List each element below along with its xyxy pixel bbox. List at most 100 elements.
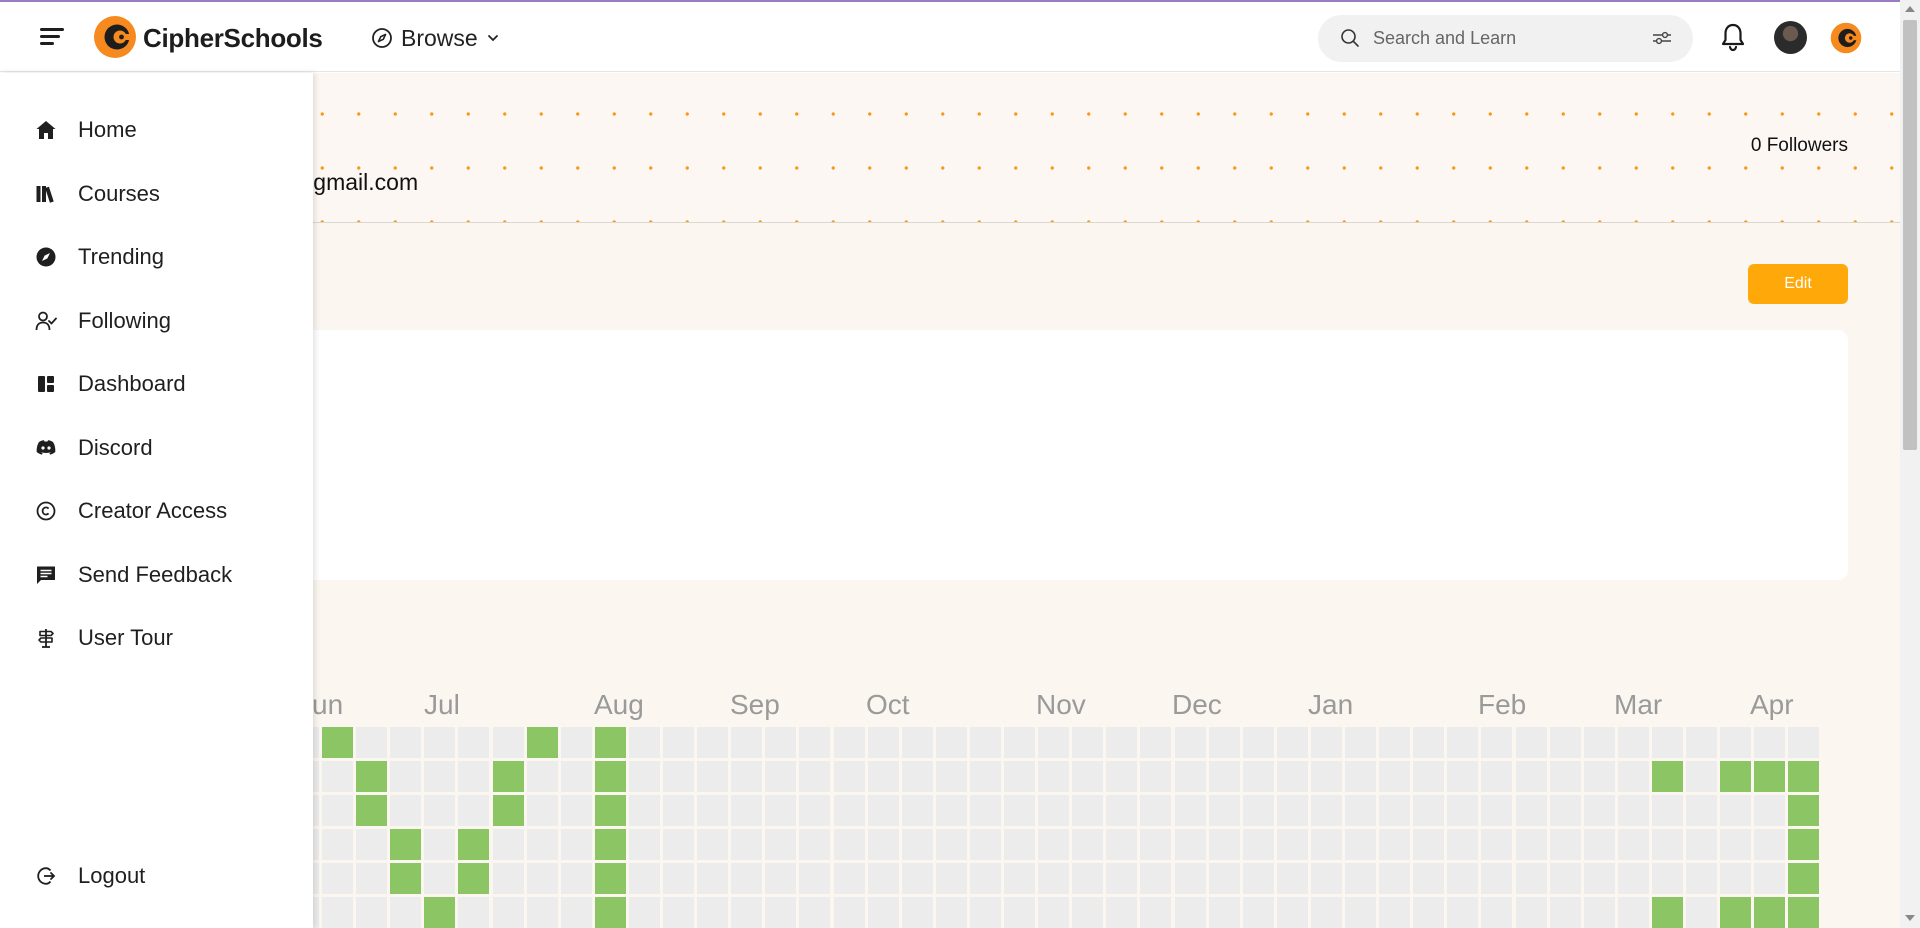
activity-cell (1311, 863, 1342, 894)
activity-cell (1106, 795, 1137, 826)
activity-cell (765, 829, 796, 860)
about-me-card (200, 330, 1848, 580)
activity-cell (868, 897, 899, 928)
activity-cell (595, 863, 626, 894)
activity-cell (629, 829, 660, 860)
activity-cell (1209, 761, 1240, 792)
activity-cell (458, 897, 489, 928)
month-label: Apr (1750, 689, 1794, 720)
activity-cell (902, 795, 933, 826)
activity-cell (834, 863, 865, 894)
activity-cell (1311, 829, 1342, 860)
chevron-down-icon (487, 35, 498, 42)
activity-cell (1413, 761, 1444, 792)
activity-cell (1243, 829, 1274, 860)
activity-cell (1788, 761, 1819, 792)
activity-cell (390, 897, 421, 928)
activity-cell (902, 829, 933, 860)
brand-name[interactable]: CipherSchools (143, 23, 323, 54)
activity-cell (458, 727, 489, 758)
activity-cell (902, 863, 933, 894)
feedback-icon (37, 566, 55, 584)
activity-cell (1720, 761, 1751, 792)
activity-cell (1106, 897, 1137, 928)
activity-cell (1004, 727, 1035, 758)
scroll-up-arrow-icon[interactable] (1905, 6, 1915, 12)
activity-cell (322, 727, 353, 758)
sidebar-item-label: Send Feedback (78, 562, 233, 587)
activity-cell (1413, 897, 1444, 928)
activity-cell (1311, 727, 1342, 758)
activity-cell (1754, 897, 1785, 928)
month-label: un (312, 689, 344, 720)
menu-toggle-button[interactable] (40, 26, 64, 46)
activity-cell (936, 761, 967, 792)
activity-cell (1140, 863, 1171, 894)
activity-cell (390, 761, 421, 792)
scrollbar-thumb[interactable] (1903, 20, 1917, 450)
activity-cell (1447, 761, 1478, 792)
activity-cell (1311, 761, 1342, 792)
activity-cell (970, 761, 1001, 792)
menu-line (40, 35, 60, 38)
cipherschools-logo[interactable] (93, 15, 137, 59)
activity-cell (1209, 829, 1240, 860)
sidebar-item-courses[interactable]: Courses (0, 167, 313, 219)
sidebar-item-following[interactable]: Following (0, 294, 313, 346)
sidebar-item-dashboard[interactable]: Dashboard (0, 357, 313, 409)
cipherschools-coin-icon[interactable] (1830, 22, 1862, 54)
activity-cell (765, 897, 796, 928)
sidebar-item-trending[interactable]: Trending (0, 230, 313, 282)
search-icon (1341, 29, 1359, 47)
activity-cell (1379, 863, 1410, 894)
activity-cell (322, 829, 353, 860)
activity-cell (1618, 829, 1649, 860)
activity-cell (356, 897, 387, 928)
month-label: Jan (1308, 689, 1354, 720)
search-input[interactable] (1373, 23, 1643, 53)
notification-bell-icon[interactable] (1720, 22, 1746, 52)
month-label: Sep (730, 689, 780, 720)
sidebar-item-user-tour[interactable]: User Tour (0, 611, 313, 663)
activity-cell (1379, 829, 1410, 860)
activity-cell (1720, 897, 1751, 928)
activity-cell (1413, 727, 1444, 758)
browse-dropdown[interactable]: Browse (371, 22, 500, 54)
activity-cell (1618, 897, 1649, 928)
month-label: Mar (1614, 689, 1663, 720)
logout-button[interactable]: Logout (0, 849, 313, 901)
activity-cell (1516, 897, 1547, 928)
edit-button[interactable]: Edit (1748, 264, 1848, 304)
followers-count[interactable]: 0 Followers (1751, 135, 1848, 157)
activity-cell (322, 897, 353, 928)
logout-icon (37, 867, 56, 885)
activity-cell (834, 727, 865, 758)
activity-cell (1209, 897, 1240, 928)
activity-cell (356, 863, 387, 894)
activity-cell (1550, 727, 1581, 758)
sidebar-item-discord[interactable]: Discord (0, 421, 313, 473)
sidebar-item-home[interactable]: Home (0, 103, 313, 155)
menu-line (40, 42, 54, 45)
activity-cell (1311, 795, 1342, 826)
activity-cell (1072, 795, 1103, 826)
activity-cell (1652, 727, 1683, 758)
page-scrollbar[interactable] (1900, 0, 1920, 928)
activity-cell (1447, 795, 1478, 826)
activity-cell (970, 727, 1001, 758)
activity-cell (1345, 897, 1376, 928)
activity-cell (322, 795, 353, 826)
activity-cell (1175, 863, 1206, 894)
activity-cell (1618, 761, 1649, 792)
compass-icon (36, 247, 56, 267)
activity-cell (356, 829, 387, 860)
activity-cell (1584, 897, 1615, 928)
user-avatar[interactable] (1774, 21, 1807, 54)
sidebar-item-creator-access[interactable]: Creator Access (0, 484, 313, 536)
activity-cell (1754, 863, 1785, 894)
filter-sliders-icon[interactable] (1651, 29, 1673, 47)
activity-cell (1379, 727, 1410, 758)
sidebar-item-send-feedback[interactable]: Send Feedback (0, 548, 313, 600)
activity-cell (1618, 863, 1649, 894)
scroll-down-arrow-icon[interactable] (1905, 915, 1915, 921)
